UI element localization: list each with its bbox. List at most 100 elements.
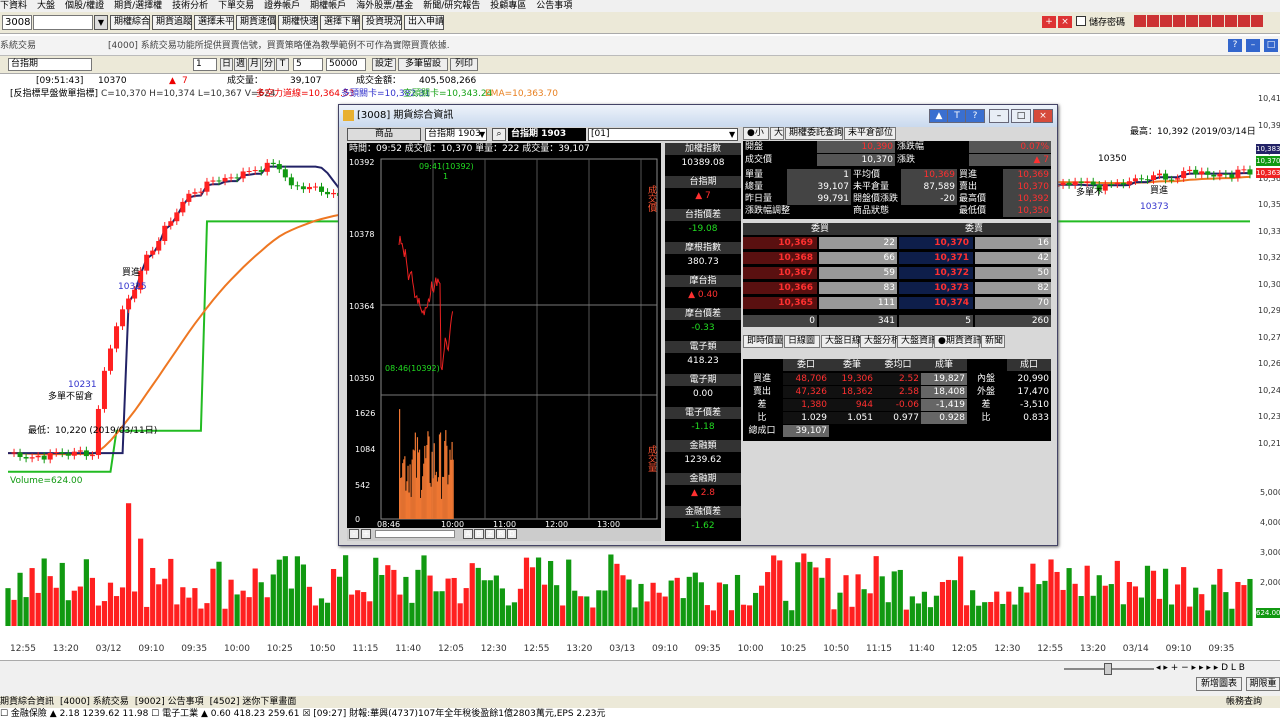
symbol-input[interactable]: 3008 — [2, 15, 32, 30]
chevron-down-icon[interactable]: ▼ — [479, 128, 489, 141]
menu-item-11[interactable]: 公告事項 — [536, 1, 572, 11]
bid-price[interactable]: 10,369 — [743, 237, 817, 249]
window-tab-0[interactable]: 期貨綜合資訊 — [0, 697, 54, 707]
top-tab-1[interactable]: 大 — [770, 127, 784, 140]
mini-scroll-thumb[interactable] — [375, 530, 455, 538]
toolbar-button-3[interactable]: 期貨速價 — [236, 15, 276, 30]
top-tab-3[interactable]: 未平倉部位 — [844, 127, 896, 140]
period-button-3[interactable]: 分 — [262, 58, 275, 71]
window-layout-icon[interactable] — [1173, 15, 1185, 27]
top-tab-2[interactable]: 期權委託查詢 — [785, 127, 843, 140]
chart-control-button-0[interactable]: 設定 — [372, 58, 396, 71]
bid-price[interactable]: 10,367 — [743, 267, 817, 279]
menu-item-9[interactable]: 新聞/研究報告 — [423, 1, 480, 11]
mini-nav-B[interactable]: B — [474, 529, 484, 539]
bottom-tab-3[interactable]: 大盤分析 — [860, 335, 900, 348]
window-float-icon[interactable] — [1238, 15, 1250, 27]
menu-item-5[interactable]: 下單交易 — [218, 1, 254, 11]
ask-price[interactable]: 10,371 — [899, 252, 973, 264]
futures-info-dialog[interactable]: [3008] 期貨綜合資訊 ▲ T ? – □ × 商品 台指期 1903 ▼ … — [338, 104, 1058, 546]
add-chart-button[interactable]: 新增圖表 — [1196, 677, 1242, 691]
search-icon[interactable]: ⌕ — [492, 128, 506, 141]
toolbar-button-6[interactable]: 投資現況 — [362, 15, 402, 30]
menu-item-6[interactable]: 證券帳戶 — [264, 1, 300, 11]
symbol-combo[interactable] — [33, 15, 93, 30]
ask-price[interactable]: 10,370 — [899, 237, 973, 249]
max-icon[interactable]: □ — [1264, 39, 1278, 52]
window-split-icon[interactable] — [1225, 15, 1237, 27]
dropdown-button[interactable]: ▼ — [94, 15, 108, 30]
menu-item-7[interactable]: 期權帳戶 — [310, 1, 346, 11]
window-min-icon[interactable] — [1186, 15, 1198, 27]
mini-intraday-chart[interactable]: 10392 10378 10364 10350 1626 1084 542 0 08:46 10:… — [347, 155, 661, 527]
up-triangle-icon[interactable]: ▲ — [929, 109, 949, 123]
bottom-tab-1[interactable]: 日線圖 — [784, 335, 820, 348]
bottom-tab-5[interactable]: ●期貨資訊 — [934, 335, 982, 348]
bid-price[interactable]: 10,368 — [743, 252, 817, 264]
inquiry-link[interactable]: 帳務查詢 — [1226, 696, 1262, 708]
toolbar-button-7[interactable]: 出入申請 — [404, 15, 444, 30]
zoom-slider-handle[interactable] — [1104, 663, 1112, 675]
t-icon[interactable]: T — [947, 109, 967, 123]
period-button-4[interactable]: T — [276, 58, 289, 71]
min-icon[interactable]: – — [1246, 39, 1260, 52]
bottom-tab-4[interactable]: 大盤資訊 — [897, 335, 937, 348]
period-value-select[interactable]: 5 — [293, 58, 323, 71]
restore-icon[interactable]: □ — [1011, 109, 1031, 123]
menu-item-0[interactable]: 下資料 — [0, 1, 27, 11]
bid-price[interactable]: 10,366 — [743, 282, 817, 294]
menu-item-2[interactable]: 個股/權證 — [65, 1, 104, 11]
bottom-tab-6[interactable]: 新聞 — [981, 335, 1005, 348]
menu-item-3[interactable]: 期貨/選擇權 — [114, 1, 162, 11]
window-tab-2[interactable]: [9002] 公告事項 — [135, 697, 204, 707]
dialog-title-bar[interactable]: [3008] 期貨綜合資訊 ▲ T ? – □ × — [339, 105, 1057, 127]
plus-icon[interactable]: + — [1042, 16, 1056, 28]
window-tab-3[interactable]: [4502] 迷你下單畫面 — [210, 697, 297, 707]
mini-scrollbar[interactable]: - + A B Z R D — [347, 528, 661, 541]
window-tab-1[interactable]: [4000] 系統交易 — [60, 697, 129, 707]
window-restore-icon[interactable] — [1212, 15, 1224, 27]
period-button-2[interactable]: 月 — [248, 58, 261, 71]
ask-price[interactable]: 10,374 — [899, 297, 973, 309]
mini-zoom-out[interactable]: - — [349, 529, 359, 539]
ask-price[interactable]: 10,372 — [899, 267, 973, 279]
save-password-checkbox[interactable] — [1076, 16, 1086, 26]
window-tile-icon[interactable] — [1134, 15, 1146, 27]
bid-price[interactable]: 10,365 — [743, 297, 817, 309]
product-select[interactable]: 台指期 1903 — [425, 128, 487, 141]
mini-nav-D[interactable]: D — [507, 529, 517, 539]
window-cascade-icon[interactable] — [1147, 15, 1159, 27]
month-select[interactable]: [01] — [588, 128, 738, 141]
product-select[interactable]: 台指期 — [8, 58, 92, 71]
toolbar-button-4[interactable]: 期權快速 — [278, 15, 318, 30]
toolbar-button-2[interactable]: 選擇未平 — [194, 15, 234, 30]
window-close-icon[interactable] — [1251, 15, 1263, 27]
window-grid-icon[interactable] — [1160, 15, 1172, 27]
menu-item-4[interactable]: 技術分析 — [172, 1, 208, 11]
mini-zoom-in[interactable]: + — [361, 529, 371, 539]
zoom-slider[interactable] — [1064, 663, 1154, 675]
mini-nav-Z[interactable]: Z — [485, 529, 495, 539]
count-select[interactable]: 50000 — [326, 58, 366, 71]
chart-control-button-2[interactable]: 列印 — [450, 58, 478, 71]
minimize-icon[interactable]: – — [989, 109, 1009, 123]
mini-nav-R[interactable]: R — [496, 529, 506, 539]
help-icon[interactable]: ? — [1228, 39, 1242, 52]
period-button-0[interactable]: 日 — [220, 58, 233, 71]
mini-nav-A[interactable]: A — [463, 529, 473, 539]
zoom-buttons[interactable]: ◂ ▸ + − ▸ ▸ ▸ ▸ D L B — [1156, 663, 1245, 673]
menu-item-8[interactable]: 海外股票/基金 — [356, 1, 413, 11]
bottom-tab-2[interactable]: 大盤日線 — [821, 335, 861, 348]
toolbar-button-5[interactable]: 選擇下單 — [320, 15, 360, 30]
toolbar-button-1[interactable]: 期貨追蹤 — [152, 15, 192, 30]
toolbar-button-0[interactable]: 期權綜合 — [110, 15, 150, 30]
help-icon[interactable]: ? — [965, 109, 985, 123]
close-icon[interactable]: × — [1058, 16, 1072, 28]
close-icon[interactable]: × — [1033, 109, 1053, 123]
top-tab-0[interactable]: ●小 — [743, 127, 769, 140]
chart-control-button-1[interactable]: 多筆留設 — [398, 58, 448, 71]
period-reset-button[interactable]: 期限重 — [1246, 677, 1280, 691]
product-button[interactable]: 商品 — [347, 128, 421, 141]
window-max-icon[interactable] — [1199, 15, 1211, 27]
bottom-tab-0[interactable]: 即時價量 — [743, 335, 783, 348]
